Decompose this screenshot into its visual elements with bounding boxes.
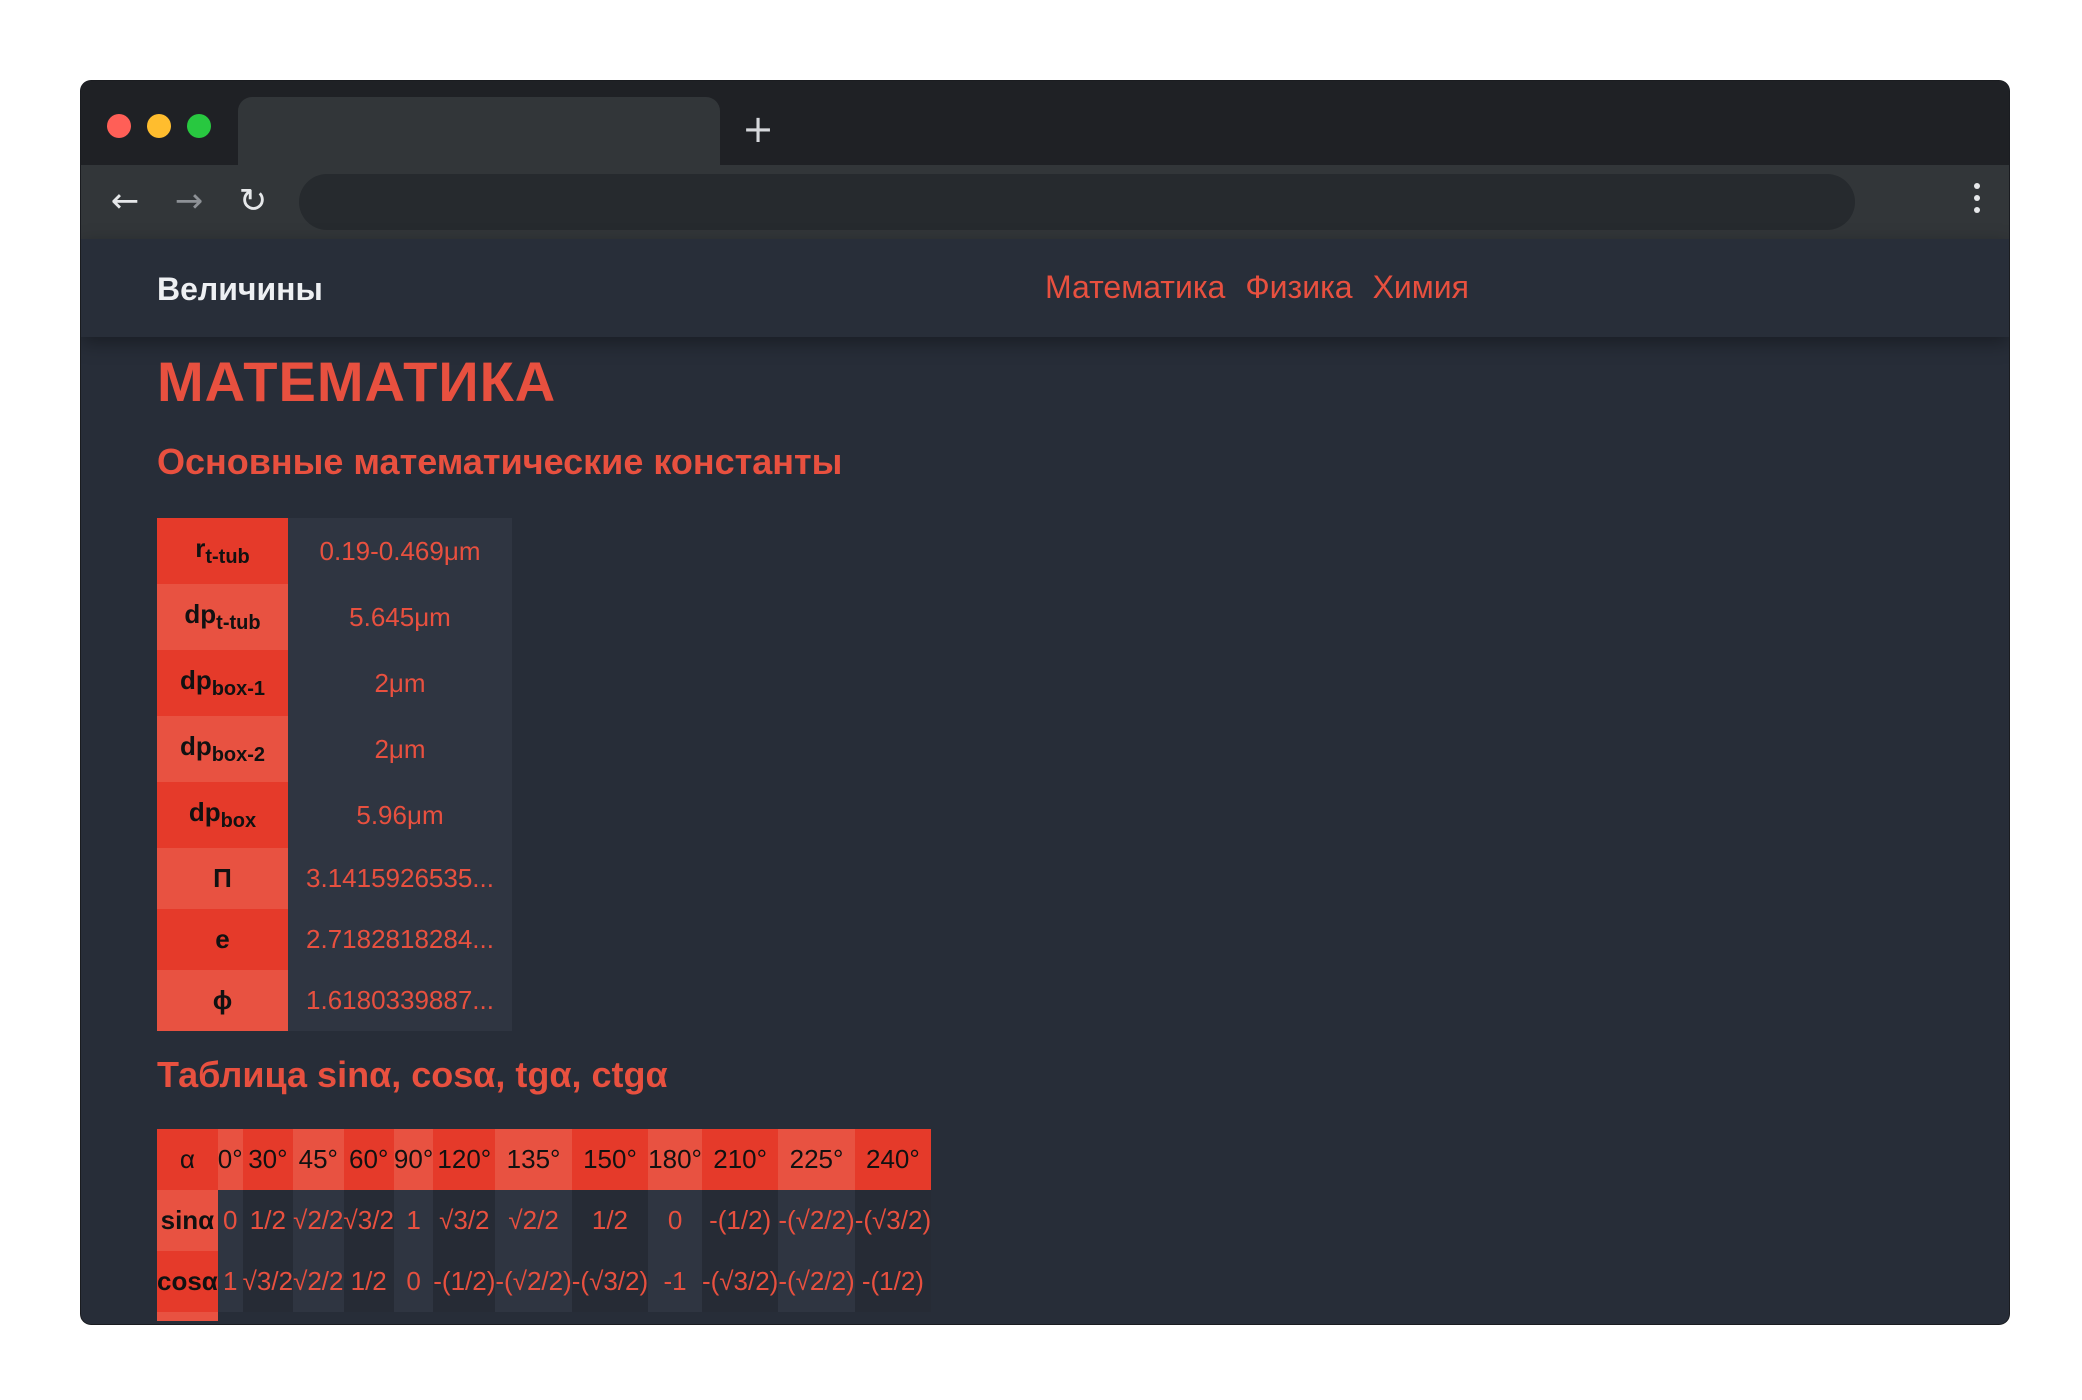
table-cell: -(√2/2) — [778, 1251, 855, 1312]
table-row: П 3.1415926535... — [157, 848, 512, 909]
constant-value: 3.1415926535... — [288, 848, 512, 909]
nav-link-chemistry[interactable]: Химия — [1373, 269, 1469, 306]
table-cell: 0 — [393, 1251, 434, 1312]
table-cell: 0 — [648, 1190, 702, 1251]
function-label: sinα — [157, 1190, 218, 1251]
table-row: e 2.7182818284... — [157, 909, 512, 970]
table-row: dpbox-2 2μm — [157, 716, 512, 782]
site-nav: Математика Физика Химия — [1045, 269, 1469, 306]
constant-symbol: e — [157, 909, 288, 970]
constant-symbol: П — [157, 848, 288, 909]
angle-header: 150° — [571, 1129, 649, 1190]
angle-header: 60° — [343, 1129, 394, 1190]
angle-header: 120° — [433, 1129, 496, 1190]
table-row: dpbox 5.96μm — [157, 782, 512, 848]
constant-value: 1.6180339887... — [288, 970, 512, 1031]
table-cell: 1/2 — [571, 1190, 649, 1251]
constant-value: 2μm — [288, 716, 512, 782]
browser-menu-icon[interactable] — [1971, 183, 1983, 221]
table-cell: 1/2 — [343, 1251, 394, 1312]
table-cell: -(√2/2) — [495, 1251, 572, 1312]
back-arrow-icon[interactable]: ← — [105, 181, 145, 221]
browser-toolbar: ← → ↻ — [81, 165, 2009, 239]
trig-heading: Таблица sinα, cosα, tgα, ctgα — [157, 1054, 668, 1095]
angle-header: 225° — [778, 1129, 855, 1190]
angle-header: 210° — [701, 1129, 779, 1190]
function-label — [157, 1312, 218, 1321]
constant-symbol: dpbox-2 — [157, 716, 288, 782]
table-cell: -(√3/2) — [701, 1251, 779, 1312]
maximize-window-button[interactable] — [187, 114, 211, 138]
table-cell: -1 — [648, 1251, 702, 1312]
function-label: cosα — [157, 1251, 218, 1312]
tab-strip: + — [81, 81, 2009, 165]
constant-symbol: dpbox — [157, 782, 288, 848]
constant-symbol: ϕ — [157, 970, 288, 1031]
browser-tab[interactable] — [238, 97, 720, 165]
table-header-row: α 0° 30° 45° 60° 90° 120° 135° 150° 180°… — [157, 1129, 932, 1190]
table-cell: √2/2 — [293, 1190, 344, 1251]
constants-heading: Основные математические константы — [157, 441, 843, 482]
minimize-window-button[interactable] — [147, 114, 171, 138]
table-row: ϕ 1.6180339887... — [157, 970, 512, 1031]
angle-header: 90° — [393, 1129, 434, 1190]
new-tab-icon[interactable]: + — [738, 109, 778, 149]
table-row: dpt-tub 5.645μm — [157, 584, 512, 650]
page-content: МАТЕМАТИКА Основные математические конст… — [157, 349, 932, 1321]
address-bar[interactable] — [299, 174, 1855, 230]
table-cell: √2/2 — [495, 1190, 572, 1251]
nav-link-physics[interactable]: Физика — [1245, 269, 1352, 306]
angle-header: 240° — [854, 1129, 932, 1190]
table-row: rt-tub 0.19-0.469μm — [157, 518, 512, 584]
table-cell: -(1/2) — [854, 1251, 932, 1312]
table-cell: -(1/2) — [433, 1251, 496, 1312]
constants-table: rt-tub 0.19-0.469μm dpt-tub 5.645μm dpbo… — [157, 518, 512, 1031]
table-cell: -(1/2) — [701, 1190, 779, 1251]
reload-icon[interactable]: ↻ — [233, 181, 273, 221]
table-cell: 0 — [217, 1190, 243, 1251]
angle-header: 0° — [217, 1129, 243, 1190]
trig-table: α 0° 30° 45° 60° 90° 120° 135° 150° 180°… — [157, 1129, 932, 1321]
angle-header: 135° — [495, 1129, 572, 1190]
nav-link-math[interactable]: Математика — [1045, 269, 1225, 306]
constant-symbol: rt-tub — [157, 518, 288, 584]
constant-symbol: dpbox-1 — [157, 650, 288, 716]
table-cell: √2/2 — [293, 1251, 344, 1312]
site-header: Величины Математика Физика Химия — [81, 239, 2009, 337]
table-cell: √3/2 — [433, 1190, 496, 1251]
page-title: МАТЕМАТИКА — [157, 350, 557, 413]
table-cell: 1 — [393, 1190, 434, 1251]
forward-arrow-icon[interactable]: → — [169, 181, 209, 221]
table-cell: √3/2 — [343, 1190, 394, 1251]
angle-header: 45° — [293, 1129, 344, 1190]
constant-value: 5.96μm — [288, 782, 512, 848]
table-row: cosα 1 √3/2 √2/2 1/2 0 -(1/2) -(√2/2) -(… — [157, 1251, 932, 1312]
site-brand[interactable]: Величины — [157, 271, 323, 308]
constant-value: 0.19-0.469μm — [288, 518, 512, 584]
table-cell: -(√2/2) — [778, 1190, 855, 1251]
table-cell: -(√3/2) — [854, 1190, 932, 1251]
constant-symbol: dpt-tub — [157, 584, 288, 650]
table-cell: -(√3/2) — [571, 1251, 649, 1312]
constant-value: 2μm — [288, 650, 512, 716]
table-row — [157, 1312, 931, 1321]
constant-value: 5.645μm — [288, 584, 512, 650]
table-cell: 1 — [217, 1251, 243, 1312]
angle-header: 180° — [648, 1129, 702, 1190]
angle-header: 30° — [242, 1129, 294, 1190]
table-cell: √3/2 — [242, 1251, 294, 1312]
constant-value: 2.7182818284... — [288, 909, 512, 970]
browser-window: + ← → ↻ Величины Математика Физика Химия… — [81, 81, 2009, 1324]
table-row: sinα 0 1/2 √2/2 √3/2 1 √3/2 √2/2 1/2 0 -… — [157, 1190, 932, 1251]
table-row: dpbox-1 2μm — [157, 650, 512, 716]
table-cell: 1/2 — [242, 1190, 294, 1251]
close-window-button[interactable] — [107, 114, 131, 138]
angle-header: α — [157, 1129, 218, 1190]
